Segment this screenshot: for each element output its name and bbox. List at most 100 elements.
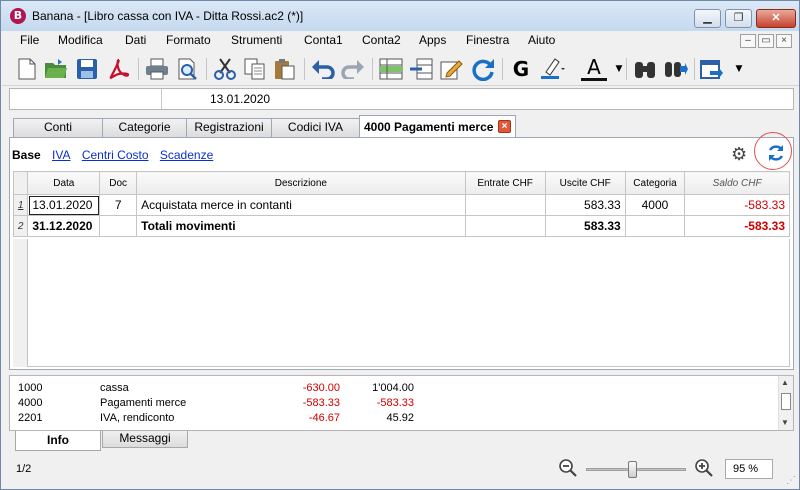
info-value1: -630.00 bbox=[302, 382, 340, 394]
info-row[interactable]: 4000 Pagamenti merce -583.33 -583.33 bbox=[10, 397, 780, 411]
cell-expense[interactable]: 583.33 bbox=[544, 215, 626, 237]
info-value1: -46.67 bbox=[308, 412, 340, 424]
refresh-icon[interactable] bbox=[766, 143, 786, 168]
tab-4000-pagamenti-merce[interactable]: 4000 Pagamenti merce × bbox=[359, 115, 516, 137]
redo-icon[interactable] bbox=[340, 55, 366, 83]
cell-doc[interactable]: 7 bbox=[99, 194, 138, 216]
highlight-color-icon[interactable] bbox=[540, 55, 566, 83]
scroll-thumb[interactable] bbox=[781, 393, 791, 410]
cell-income[interactable] bbox=[464, 215, 546, 237]
row-number[interactable]: 1 bbox=[12, 194, 29, 216]
toolbar: G A ▼ ▼ bbox=[2, 52, 799, 86]
scroll-down-icon[interactable]: ▼ bbox=[781, 418, 789, 427]
find-next-icon[interactable] bbox=[663, 55, 689, 83]
new-document-icon[interactable] bbox=[14, 55, 40, 83]
zoom-level-field[interactable]: 95 % bbox=[725, 459, 773, 479]
menu-modifica[interactable]: Modifica bbox=[58, 33, 103, 47]
zoom-in-icon[interactable] bbox=[695, 459, 713, 481]
cell-reference-field[interactable] bbox=[10, 89, 162, 109]
font-color-icon[interactable]: A bbox=[581, 55, 607, 81]
transactions-table: Data Doc Descrizione Entrate CHF Uscite … bbox=[12, 171, 790, 237]
tab-categorie[interactable]: Categorie bbox=[102, 118, 187, 137]
info-code: 4000 bbox=[18, 397, 43, 409]
menu-dati[interactable]: Dati bbox=[125, 33, 146, 47]
mdi-minimize-button[interactable]: – bbox=[740, 34, 756, 48]
save-icon[interactable] bbox=[74, 55, 100, 83]
close-button[interactable]: ✕ bbox=[756, 9, 796, 28]
tab-conti[interactable]: Conti bbox=[13, 118, 103, 137]
resize-grip-icon[interactable]: ⋰ bbox=[786, 475, 796, 486]
scroll-up-icon[interactable]: ▲ bbox=[781, 378, 789, 387]
cell-balance[interactable]: -583.33 bbox=[684, 194, 790, 216]
edit-icon[interactable] bbox=[439, 55, 465, 83]
undo-icon[interactable] bbox=[310, 55, 336, 83]
delete-row-icon[interactable] bbox=[408, 55, 434, 83]
cell-date[interactable]: 13.01.2020 bbox=[27, 194, 101, 216]
cell-balance[interactable]: -583.33 bbox=[684, 215, 790, 237]
header-descrizione[interactable]: Descrizione bbox=[136, 171, 466, 195]
menu-strumenti[interactable]: Strumenti bbox=[231, 33, 282, 47]
cell-date[interactable]: 31.12.2020 bbox=[27, 215, 101, 237]
print-icon[interactable] bbox=[144, 55, 170, 83]
info-code: 2201 bbox=[18, 412, 43, 424]
pdf-icon[interactable] bbox=[106, 55, 132, 83]
insert-row-icon[interactable] bbox=[378, 55, 404, 83]
tab-messaggi[interactable]: Messaggi bbox=[102, 431, 188, 448]
view-iva[interactable]: IVA bbox=[52, 148, 70, 162]
mdi-restore-button[interactable]: ▭ bbox=[758, 34, 774, 48]
cell-doc[interactable] bbox=[99, 215, 138, 237]
cell-value-bar[interactable]: 13.01.2020 bbox=[9, 88, 794, 110]
menu-aiuto[interactable]: Aiuto bbox=[528, 33, 555, 47]
gear-icon[interactable]: ⚙ bbox=[731, 144, 747, 165]
tab-codici-iva[interactable]: Codici IVA bbox=[271, 118, 360, 137]
mdi-close-button[interactable]: × bbox=[776, 34, 792, 48]
cell-description[interactable]: Totali movimenti bbox=[136, 215, 466, 237]
header-saldo[interactable]: Saldo CHF bbox=[684, 171, 790, 195]
menu-apps[interactable]: Apps bbox=[419, 33, 446, 47]
open-folder-icon[interactable] bbox=[43, 55, 69, 83]
header-data[interactable]: Data bbox=[27, 171, 101, 195]
zoom-slider-thumb[interactable] bbox=[628, 461, 637, 478]
menu-file[interactable]: File bbox=[20, 33, 39, 47]
row-number-column bbox=[13, 239, 28, 367]
export-icon[interactable] bbox=[700, 55, 726, 83]
recalculate-icon[interactable] bbox=[470, 55, 496, 83]
maximize-button[interactable]: ❐ bbox=[725, 9, 752, 28]
menu-conta2[interactable]: Conta2 bbox=[362, 33, 401, 47]
header-categoria[interactable]: Categoria bbox=[624, 171, 686, 195]
info-row[interactable]: 2201 IVA, rendiconto -46.67 45.92 bbox=[10, 412, 780, 426]
cell-income[interactable] bbox=[464, 194, 546, 216]
menu-formato[interactable]: Formato bbox=[166, 33, 211, 47]
tab-registrazioni[interactable]: Registrazioni bbox=[186, 118, 272, 137]
bold-icon[interactable]: G bbox=[508, 55, 534, 83]
cell-category[interactable] bbox=[624, 215, 686, 237]
cell-description[interactable]: Acquistata merce in contanti bbox=[136, 194, 466, 216]
cell-category[interactable]: 4000 bbox=[624, 194, 686, 216]
header-entrate[interactable]: Entrate CHF bbox=[464, 171, 546, 195]
font-color-dropdown-icon[interactable]: ▼ bbox=[606, 55, 632, 83]
table-empty-area[interactable] bbox=[13, 239, 790, 367]
export-dropdown-icon[interactable]: ▼ bbox=[726, 55, 752, 83]
view-base[interactable]: Base bbox=[12, 148, 41, 162]
minimize-button[interactable]: ▁ bbox=[694, 9, 721, 28]
print-preview-icon[interactable] bbox=[175, 55, 201, 83]
menu-finestra[interactable]: Finestra bbox=[466, 33, 509, 47]
cell-expense[interactable]: 583.33 bbox=[544, 194, 626, 216]
find-icon[interactable] bbox=[632, 55, 658, 83]
cut-icon[interactable] bbox=[212, 55, 238, 83]
tab-info[interactable]: Info bbox=[15, 431, 101, 451]
header-uscite[interactable]: Uscite CHF bbox=[544, 171, 626, 195]
copy-icon[interactable] bbox=[242, 55, 268, 83]
info-value1: -583.33 bbox=[302, 397, 340, 409]
view-centri-costo[interactable]: Centri Costo bbox=[82, 148, 149, 162]
zoom-out-icon[interactable] bbox=[559, 459, 577, 481]
info-row[interactable]: 1000 cassa -630.00 1'004.00 bbox=[10, 382, 780, 396]
view-scadenze[interactable]: Scadenze bbox=[160, 148, 213, 162]
info-value2: 1'004.00 bbox=[372, 382, 414, 394]
header-doc[interactable]: Doc bbox=[99, 171, 138, 195]
close-tab-icon[interactable]: × bbox=[498, 120, 511, 133]
paste-icon[interactable] bbox=[272, 55, 298, 83]
row-number[interactable]: 2 bbox=[12, 215, 29, 237]
info-scrollbar[interactable]: ▲ ▼ bbox=[778, 376, 793, 430]
menu-conta1[interactable]: Conta1 bbox=[304, 33, 343, 47]
